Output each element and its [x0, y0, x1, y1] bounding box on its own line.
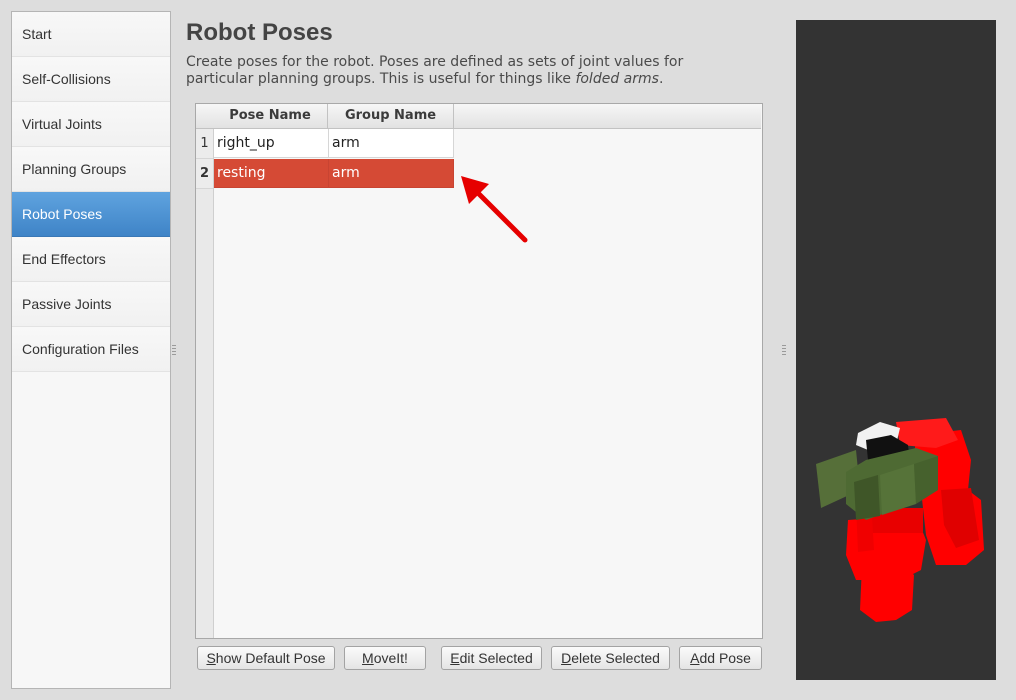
red-arrow-icon [461, 176, 528, 243]
mnemonic: S [206, 650, 216, 666]
sidebar-item-start[interactable]: Start [12, 12, 170, 57]
header-pose-name[interactable]: Pose Name [213, 104, 328, 129]
sidebar-item-self-collisions[interactable]: Self-Collisions [12, 57, 170, 102]
label: how Default Pose [215, 650, 326, 666]
header-filler [454, 104, 761, 129]
show-default-pose-button[interactable]: Show Default Pose [197, 646, 335, 670]
row-number[interactable]: 1 [196, 129, 213, 159]
mnemonic: E [450, 650, 460, 666]
header-group-name[interactable]: Group Name [328, 104, 454, 129]
left-splitter-handle-icon[interactable] [172, 345, 176, 355]
sidebar-item-passive-joints[interactable]: Passive Joints [12, 282, 170, 327]
label: dd Pose [699, 650, 751, 666]
page-description: Create poses for the robot. Poses are de… [186, 54, 746, 88]
label: oveIt! [373, 650, 408, 666]
moveit-button[interactable]: MoveIt! [344, 646, 426, 670]
table-corner[interactable] [196, 104, 214, 129]
robot-model [816, 418, 984, 622]
page-title: Robot Poses [186, 19, 333, 46]
sidebar-item-virtual-joints[interactable]: Virtual Joints [12, 102, 170, 147]
mnemonic: M [362, 650, 374, 666]
cell-group-name[interactable]: arm [329, 129, 454, 158]
description-end: . [658, 71, 664, 87]
description-emphasis: folded arms [575, 71, 659, 87]
label: elete Selected [571, 650, 660, 666]
row-number[interactable]: 2 [196, 159, 213, 189]
sidebar-item-end-effectors[interactable]: End Effectors [12, 237, 170, 282]
cell-group-name-selected[interactable]: arm [329, 159, 454, 188]
mnemonic: D [561, 650, 572, 666]
sidebar-item-configuration-files[interactable]: Configuration Files [12, 327, 170, 372]
cell-pose-name[interactable]: right_up [214, 129, 329, 158]
label: dit Selected [459, 650, 533, 666]
cell-pose-name-selected[interactable]: resting [214, 159, 329, 188]
sidebar-item-planning-groups[interactable]: Planning Groups [12, 147, 170, 192]
edit-selected-button[interactable]: Edit Selected [441, 646, 542, 670]
sidebar-item-robot-poses[interactable]: Robot Poses [12, 192, 170, 237]
right-splitter-handle-icon[interactable] [782, 345, 786, 355]
delete-selected-button[interactable]: Delete Selected [551, 646, 670, 670]
add-pose-button[interactable]: Add Pose [679, 646, 762, 670]
robot-3d-viewport[interactable] [796, 20, 996, 680]
sidebar-nav: Start Self-Collisions Virtual Joints Pla… [11, 11, 171, 689]
